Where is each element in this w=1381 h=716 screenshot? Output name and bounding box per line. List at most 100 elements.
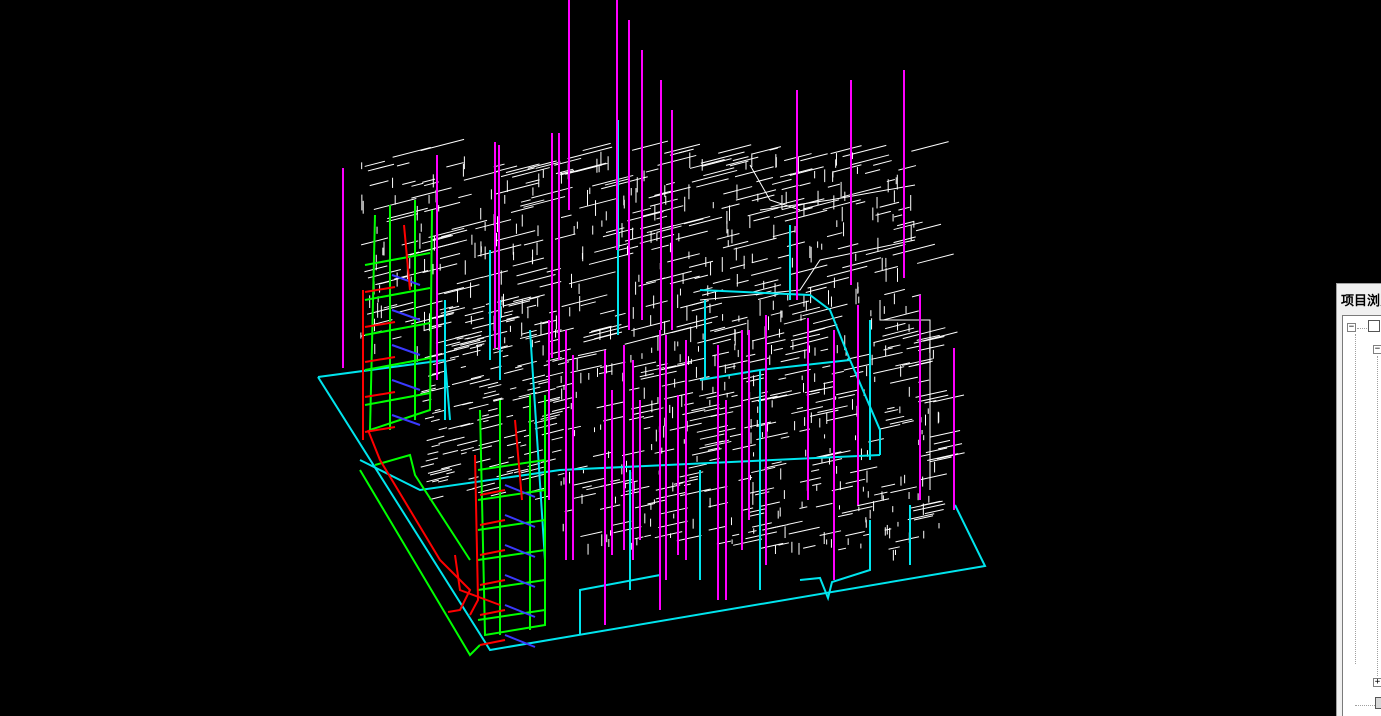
- pipe-segment: [936, 452, 965, 460]
- pipe-segment: [463, 171, 498, 181]
- pipe-segment: [933, 439, 951, 445]
- tree-guide-line: [1355, 705, 1377, 706]
- pipe-segment: [580, 531, 603, 538]
- pipe-segment: [509, 387, 517, 390]
- pipe-segment: [700, 151, 745, 164]
- pipe-segment: [411, 187, 452, 199]
- pipe-segment: [601, 176, 648, 190]
- pipe-segment: [881, 483, 896, 488]
- pipe-segment: [689, 159, 725, 169]
- pipe-segment: [387, 207, 428, 220]
- pipe-segment: [520, 444, 527, 447]
- pipe-segment: [789, 166, 824, 176]
- 3d-model-viewport[interactable]: [0, 0, 1381, 715]
- pipe-segment: [882, 310, 919, 321]
- pipe-segment: [515, 429, 527, 434]
- pipe-segment: [780, 357, 800, 363]
- pipe-segment: [751, 258, 768, 264]
- pipe-segment: [468, 476, 479, 480]
- pipe-segment: [639, 222, 663, 230]
- pipe-segment: [472, 305, 485, 310]
- pipe-segment: [464, 310, 484, 317]
- pipe-segment: [644, 534, 652, 538]
- pipe-segment: [517, 360, 537, 367]
- pipe-segment: [488, 408, 498, 412]
- pipe-segment: [752, 284, 782, 293]
- pipe-segment: [770, 312, 781, 316]
- pipe-segment: [938, 443, 963, 450]
- pipe-segment: [885, 322, 906, 330]
- pipe-segment: [706, 391, 735, 399]
- pipe-segment: [645, 300, 668, 307]
- cyan-pipe: [579, 574, 661, 635]
- pipe-segment: [579, 198, 617, 209]
- pipe-segment: [879, 201, 900, 208]
- pipe-segment: [503, 434, 517, 439]
- pipe-segment: [729, 264, 746, 269]
- pipe-segment: [823, 381, 834, 385]
- pipe-segment: [688, 260, 714, 268]
- pipe-segment: [468, 403, 489, 410]
- pipe-segment: [883, 347, 893, 351]
- pipe-segment: [560, 214, 572, 219]
- pipe-segment: [812, 315, 843, 325]
- pipe-segment: [771, 461, 782, 465]
- pipe-segment: [510, 206, 534, 213]
- pipe-segment: [890, 486, 917, 494]
- pipe-segment: [784, 209, 828, 222]
- pipe-segment: [482, 393, 500, 399]
- pipe-segment: [367, 163, 395, 172]
- pipe-segment: [647, 499, 666, 505]
- pipe-segment: [660, 507, 688, 515]
- pipe-segment: [364, 160, 386, 167]
- pipe-segment: [631, 140, 669, 151]
- pipe-segment: [888, 546, 900, 550]
- pipe-segment: [772, 391, 801, 400]
- pipe-segment: [596, 401, 624, 409]
- pipe-segment: [827, 183, 841, 188]
- pipe-segment: [736, 279, 749, 284]
- pipe-segment: [691, 403, 720, 412]
- pipe-segment: [745, 353, 756, 357]
- green-pipe: [477, 609, 546, 621]
- pipe-segment: [434, 408, 441, 412]
- pipe-segment: [766, 339, 786, 345]
- pipe-segment: [573, 493, 596, 499]
- pipe-segment: [502, 296, 540, 307]
- project-browser-tree[interactable]: − − +: [1342, 315, 1381, 716]
- pipe-segment: [732, 444, 756, 451]
- pipe-segment: [426, 435, 445, 442]
- pipe-segment: [799, 182, 811, 187]
- pipe-segment: [691, 169, 738, 183]
- expand-toggle-icon[interactable]: +: [1373, 678, 1381, 687]
- pipe-segment: [456, 276, 483, 285]
- pipe-segment: [898, 165, 917, 171]
- pipe-segment: [502, 354, 509, 358]
- pipe-segment: [437, 479, 449, 483]
- pipe-segment: [895, 536, 920, 543]
- pipe-segment: [811, 469, 820, 472]
- pipe-segment: [836, 389, 858, 396]
- pipe-segment: [583, 331, 623, 343]
- pipe-segment: [718, 360, 748, 368]
- pipe-segment: [924, 508, 944, 515]
- pipe-segment: [723, 186, 753, 195]
- pipe-segment: [810, 386, 835, 393]
- pipe-segment: [551, 449, 562, 453]
- pipe-segment: [424, 352, 443, 359]
- pipe-segment: [850, 154, 890, 166]
- pipe-segment: [757, 293, 781, 301]
- collapse-toggle-icon[interactable]: −: [1373, 345, 1381, 354]
- pipe-segment: [815, 502, 833, 508]
- pipe-segment: [641, 205, 684, 217]
- pipe-segment: [771, 178, 792, 185]
- pipe-segment: [665, 182, 675, 186]
- pipe-segment: [855, 201, 866, 205]
- pipe-segment: [432, 409, 445, 414]
- pipe-segment: [729, 433, 744, 438]
- collapse-toggle-icon[interactable]: −: [1347, 323, 1356, 332]
- pipe-segment: [446, 471, 455, 475]
- pipe-segment: [800, 153, 828, 162]
- pipe-segment: [570, 365, 602, 373]
- pipe-segment: [731, 394, 738, 398]
